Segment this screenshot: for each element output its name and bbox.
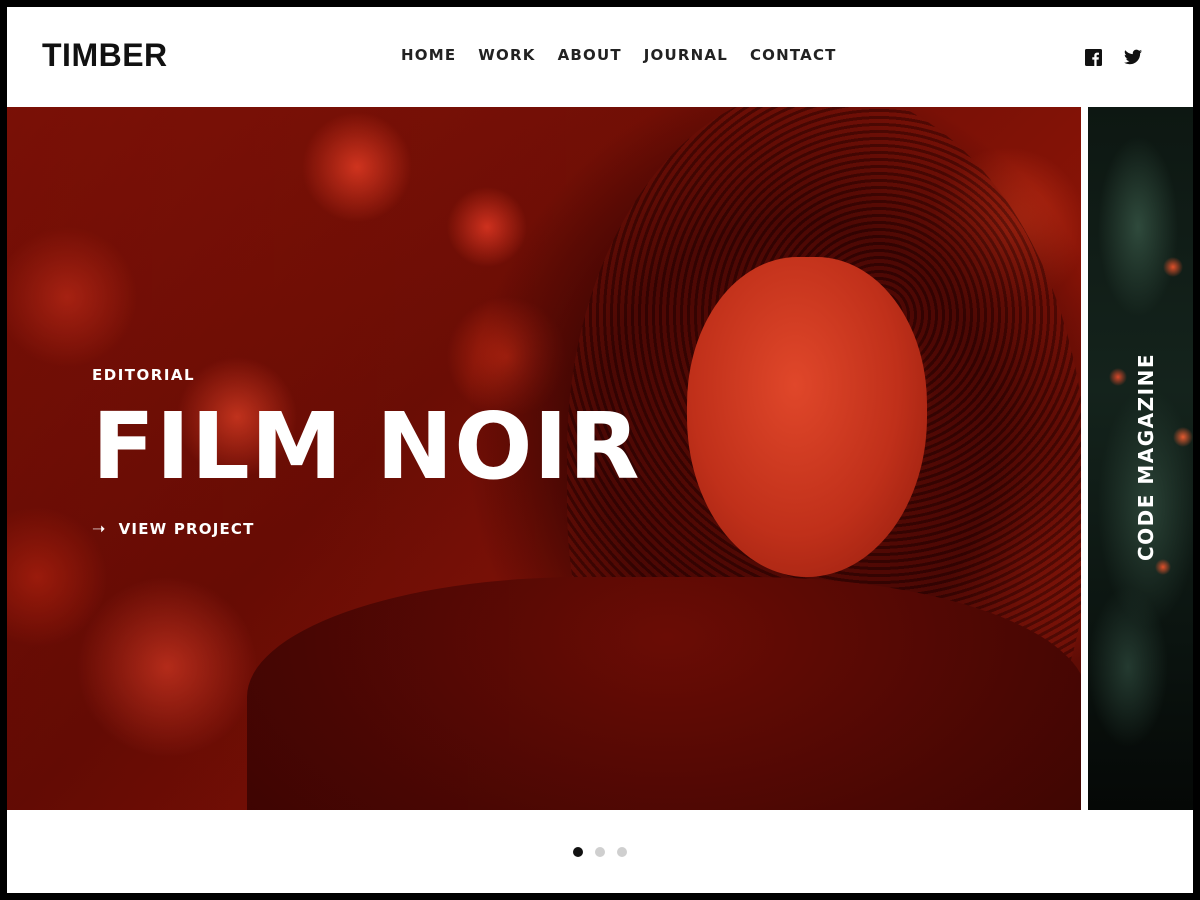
slide-caption: EDITORIAL FILM NOIR ➝ VIEW PROJECT (92, 365, 641, 539)
nav-item-contact[interactable]: CONTACT (750, 45, 837, 65)
slide-next-title[interactable]: CODE MAGAZINE (1134, 353, 1158, 561)
slider-pagination (573, 847, 627, 857)
page: TIMBER HOME WORK ABOUT JOURNAL CONTACT E… (7, 7, 1193, 893)
main-nav: HOME WORK ABOUT JOURNAL CONTACT (401, 45, 859, 65)
slide-next-preview[interactable]: CODE MAGAZINE (1088, 107, 1193, 810)
hero-slider[interactable]: EDITORIAL FILM NOIR ➝ VIEW PROJECT CODE … (7, 107, 1193, 810)
nav-item-journal[interactable]: JOURNAL (644, 45, 728, 65)
site-logo[interactable]: TIMBER (42, 35, 168, 75)
pagination-dot-2[interactable] (595, 847, 605, 857)
facebook-icon[interactable] (1085, 49, 1102, 66)
slide-title: FILM NOIR (92, 393, 641, 500)
arrow-right-icon: ➝ (92, 519, 107, 538)
twitter-icon[interactable] (1124, 49, 1142, 66)
nav-item-work[interactable]: WORK (478, 45, 535, 65)
pagination-dot-1[interactable] (573, 847, 583, 857)
slide-current[interactable]: EDITORIAL FILM NOIR ➝ VIEW PROJECT (7, 107, 1081, 810)
nav-item-home[interactable]: HOME (401, 45, 456, 65)
slide-category: EDITORIAL (92, 366, 196, 384)
view-project-link[interactable]: ➝ VIEW PROJECT (92, 519, 641, 539)
social-links (1085, 49, 1142, 66)
pagination-dot-3[interactable] (617, 847, 627, 857)
view-project-label: VIEW PROJECT (118, 520, 255, 538)
nav-item-about[interactable]: ABOUT (558, 45, 622, 65)
